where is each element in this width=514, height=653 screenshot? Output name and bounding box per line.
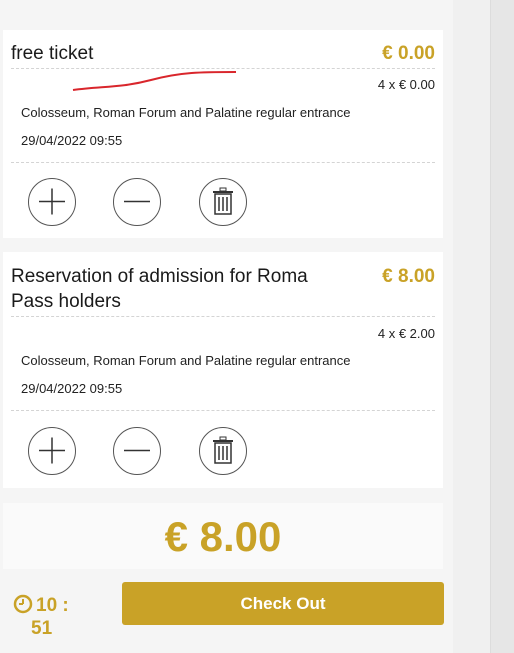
divider xyxy=(11,316,435,317)
minus-icon xyxy=(124,449,150,452)
cart-total-box: € 8.00 xyxy=(3,503,443,569)
cart-total: € 8.00 xyxy=(164,513,282,560)
item-price: € 0.00 xyxy=(382,43,435,64)
item-title-line2: Pass holders xyxy=(11,291,121,312)
item-description: Colosseum, Roman Forum and Palatine regu… xyxy=(21,353,351,368)
decrease-quantity-button[interactable] xyxy=(113,178,161,226)
minus-icon xyxy=(124,200,150,203)
item-quantity: 4 x € 2.00 xyxy=(377,326,435,341)
plus-icon xyxy=(39,188,65,215)
decrease-quantity-button[interactable] xyxy=(113,427,161,475)
divider xyxy=(11,162,435,163)
checkout-button[interactable]: Check Out xyxy=(122,582,444,625)
item-datetime: 29/04/2022 09:55 xyxy=(21,381,123,396)
item-description: Colosseum, Roman Forum and Palatine regu… xyxy=(21,105,351,120)
countdown-seconds: 51 xyxy=(31,618,53,639)
item-title: free ticket xyxy=(11,43,94,64)
item-datetime: 29/04/2022 09:55 xyxy=(21,133,123,148)
trash-icon xyxy=(213,187,233,215)
item-title-line1: Reservation of admission for Roma xyxy=(11,266,308,287)
remove-item-button[interactable] xyxy=(199,178,247,226)
item-quantity: 4 x € 0.00 xyxy=(377,77,435,92)
countdown-minutes: 10 : xyxy=(36,595,69,616)
increase-quantity-button[interactable] xyxy=(28,427,76,475)
divider xyxy=(11,410,435,411)
clock-icon xyxy=(13,594,33,614)
increase-quantity-button[interactable] xyxy=(28,178,76,226)
remove-item-button[interactable] xyxy=(199,427,247,475)
cart-item-free-ticket: free ticket € 0.00 4 x € 0.00 Colosseum,… xyxy=(3,30,443,238)
cart-panel: free ticket € 0.00 4 x € 0.00 Colosseum,… xyxy=(0,0,453,653)
plus-icon xyxy=(39,437,65,464)
trash-icon xyxy=(213,436,233,464)
cart-item-roma-pass: Reservation of admission for Roma Pass h… xyxy=(3,252,443,488)
item-price: € 8.00 xyxy=(382,266,435,287)
red-annotation-stroke xyxy=(72,71,237,91)
right-page-edge xyxy=(490,0,514,653)
